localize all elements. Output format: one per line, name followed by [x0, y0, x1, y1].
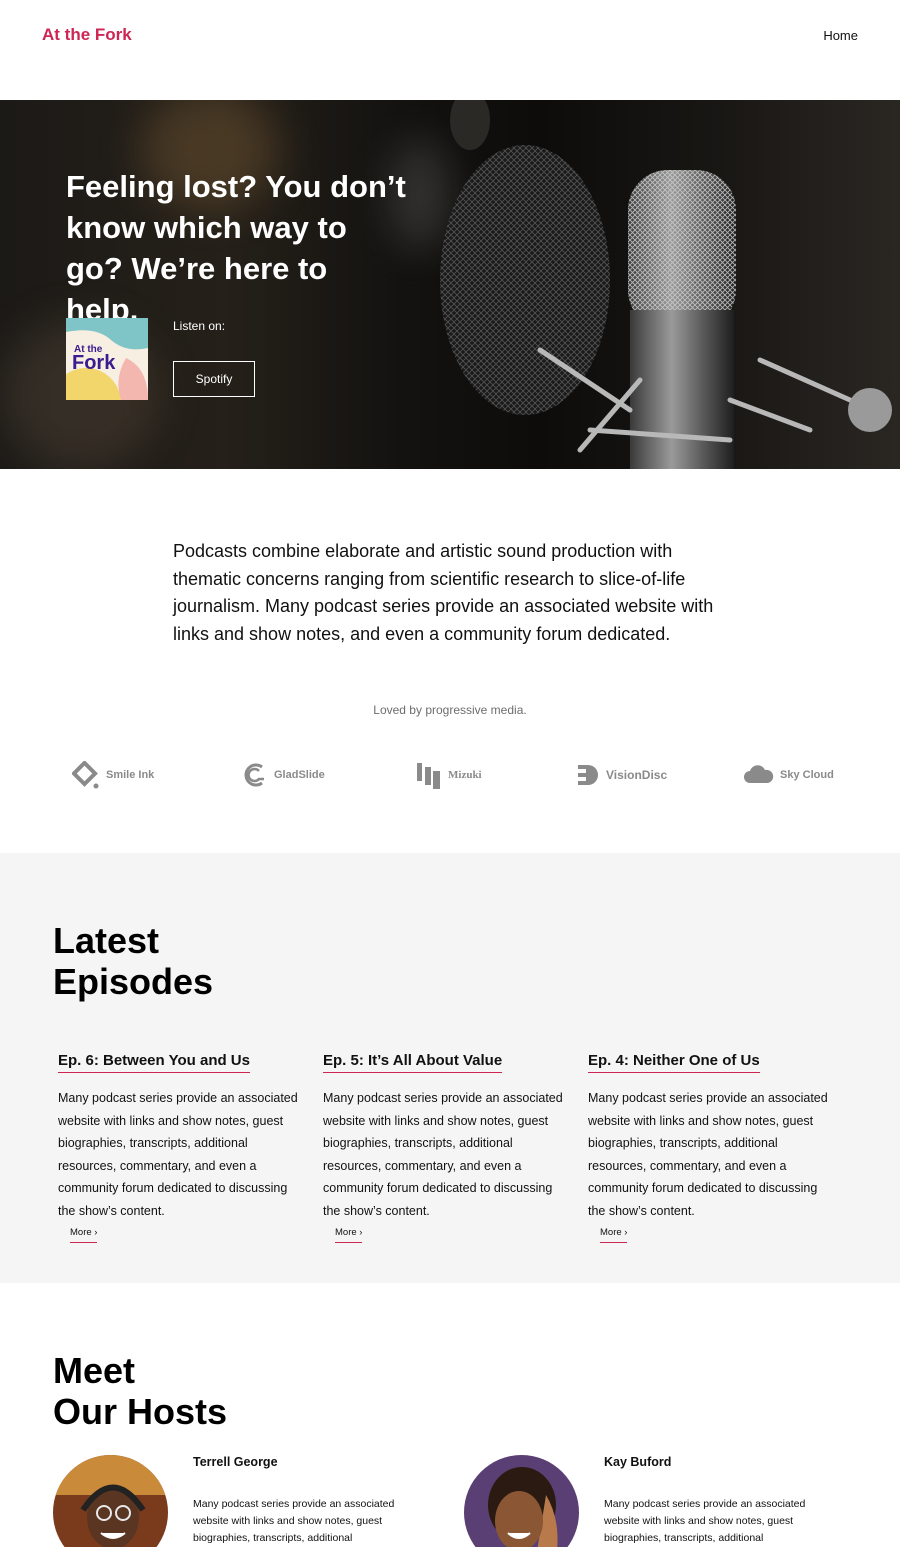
press-logo-label: VisionDisc [606, 768, 668, 782]
host-avatar-terrell [53, 1455, 168, 1547]
c-swirl-icon [244, 763, 264, 787]
microphone-photo [440, 100, 892, 469]
cloud-icon [744, 765, 774, 783]
hero-title: Feeling lost? You don’t know which way t… [66, 169, 406, 327]
site-title-link[interactable]: At the Fork [42, 25, 132, 45]
press-logo-label: Mizuki [448, 769, 482, 781]
podcast-cover-art: At the Fork [66, 318, 148, 400]
episode-title-link[interactable]: Ep. 4: Neither One of Us [588, 1052, 760, 1073]
episode-title-link[interactable]: Ep. 6: Between You and Us [58, 1052, 250, 1073]
episode-description: Many podcast series provide an associate… [323, 1091, 563, 1218]
spotify-button[interactable]: Spotify [173, 361, 255, 397]
press-logo-mizuki: Mizuki [416, 761, 482, 789]
host-photo [53, 1455, 168, 1547]
site-header: At the Fork Home [0, 0, 900, 100]
episode-card: Ep. 5: It’s All About Value Many podcast… [323, 1052, 568, 1243]
episode-more-link[interactable]: More › [335, 1227, 363, 1243]
episode-more-link[interactable]: More › [70, 1227, 98, 1243]
press-label: Loved by progressive media. [373, 703, 527, 717]
latest-episodes-section: Latest Episodes Ep. 6: Between You and U… [0, 853, 900, 1283]
hero-section: Feeling lost? You don’t know which way t… [0, 100, 900, 469]
hosts-heading-line1: Meet [53, 1350, 136, 1391]
host-name: Kay Buford [604, 1455, 672, 1469]
press-logo-label: GladSlide [274, 769, 325, 781]
episodes-heading-line2: Episodes [53, 961, 214, 1002]
intro-paragraph: Podcasts combine elaborate and artistic … [173, 541, 714, 644]
press-logo-gladslide: GladSlide [242, 763, 325, 787]
hosts-heading: Meet Our Hosts [53, 1350, 227, 1432]
episodes-heading-line1: Latest [53, 920, 160, 961]
episodes-heading: Latest Episodes [53, 920, 213, 1002]
host-bio: Many podcast series provide an associate… [193, 1498, 395, 1544]
episode-more-link[interactable]: More › [600, 1227, 628, 1243]
listen-on-label: Listen on: [173, 319, 226, 333]
hosts-heading-line2: Our Hosts [53, 1391, 228, 1432]
disc-icon [578, 765, 598, 785]
cover-art-graphic: At the Fork [66, 318, 148, 400]
episode-description: Many podcast series provide an associate… [58, 1091, 298, 1218]
press-logo-label: Smile Ink [106, 769, 155, 781]
host-name: Terrell George [193, 1455, 278, 1469]
host-avatar-kay [464, 1455, 579, 1547]
cover-art-line2: Fork [72, 352, 116, 374]
episode-description: Many podcast series provide an associate… [588, 1091, 828, 1218]
press-logo-sky-cloud: Sky Cloud [744, 765, 834, 785]
host-bio: Many podcast series provide an associate… [604, 1498, 806, 1544]
press-logo-visiondisc: VisionDisc [576, 763, 667, 787]
host-photo [464, 1455, 579, 1547]
nav-home-link[interactable]: Home [823, 28, 858, 43]
press-logos: Smile Ink GladSlide Mizuki VisionDisc Sk… [0, 758, 900, 792]
episode-card: Ep. 4: Neither One of Us Many podcast se… [588, 1052, 833, 1243]
press-logo-smile-ink: Smile Ink [72, 761, 154, 789]
episode-title-link[interactable]: Ep. 5: It’s All About Value [323, 1052, 503, 1073]
episode-card: Ep. 6: Between You and Us Many podcast s… [58, 1052, 303, 1243]
diamond-icon [72, 761, 99, 789]
m-bars-icon [417, 763, 440, 789]
press-logo-label: Sky Cloud [780, 769, 834, 781]
